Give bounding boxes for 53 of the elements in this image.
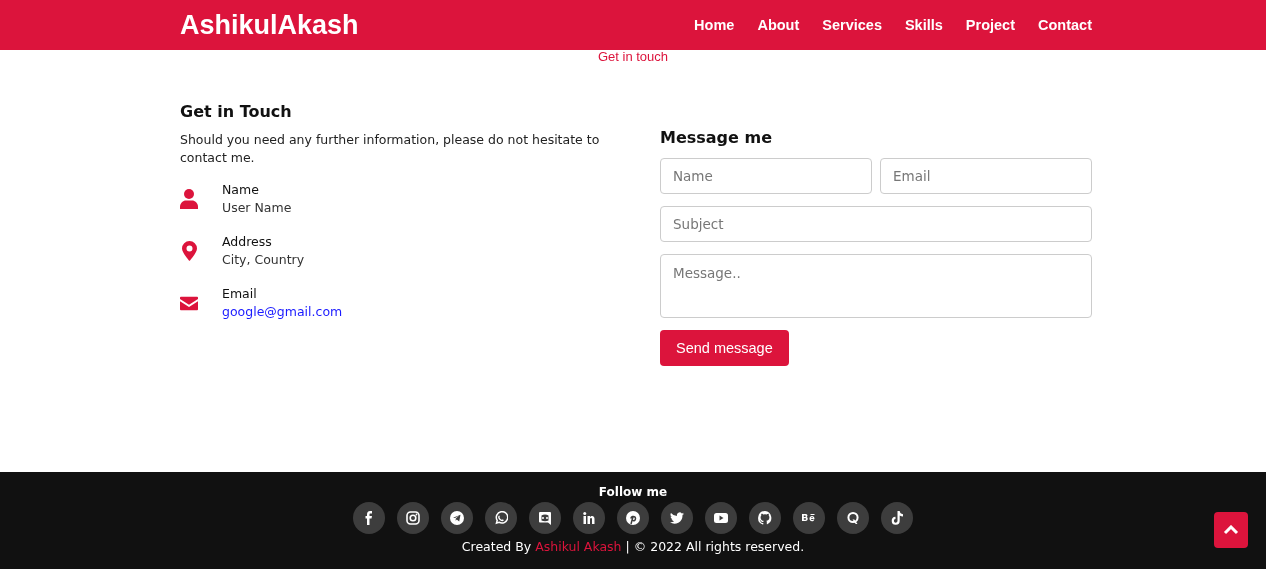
social-link[interactable]: [705, 502, 737, 534]
instagram-icon: [406, 511, 420, 525]
nav-link[interactable]: Skills: [904, 17, 943, 33]
social-link[interactable]: [529, 502, 561, 534]
social-link[interactable]: [661, 502, 693, 534]
discord-icon: [538, 511, 552, 525]
social-link[interactable]: [749, 502, 781, 534]
social-link[interactable]: [441, 502, 473, 534]
nav-link[interactable]: Services: [822, 17, 882, 33]
youtube-icon: [714, 511, 728, 525]
pinterest-icon: [626, 511, 640, 525]
form-heading: Message me: [660, 128, 773, 147]
person-icon: [180, 189, 198, 209]
quora-icon: [846, 511, 860, 525]
brand-logo[interactable]: AshikulAkash: [180, 9, 359, 41]
input-field[interactable]: Subject: [660, 206, 1092, 242]
location-pin-icon: [181, 241, 197, 261]
input-field[interactable]: Name: [660, 158, 872, 194]
message-field[interactable]: Message..: [660, 254, 1092, 318]
info-label: Address: [222, 233, 273, 251]
whatsapp-icon: [494, 511, 508, 525]
tiktok-icon: [890, 511, 904, 525]
info-label: Name: [222, 181, 260, 199]
social-link[interactable]: [397, 502, 429, 534]
github-icon: [758, 511, 772, 525]
intro-text: Should you need any further information, please do not hesitate to contact me.: [180, 131, 601, 167]
telegram-icon: [450, 511, 464, 525]
input-field[interactable]: Email: [880, 158, 1092, 194]
section-title: Get in touch: [597, 49, 669, 64]
nav-link[interactable]: Home: [694, 17, 735, 33]
info-value: User Name: [222, 199, 292, 217]
follow-heading: Follow me: [598, 485, 668, 499]
info-label: Email: [222, 285, 258, 303]
nav-link[interactable]: Project: [965, 17, 1015, 33]
social-link[interactable]: [485, 502, 517, 534]
linkedin-icon: [582, 511, 596, 525]
social-link[interactable]: [837, 502, 869, 534]
social-link[interactable]: [573, 502, 605, 534]
envelope-icon: [180, 295, 198, 311]
copyright-text: Created By Ashikul Akash | © 2022 All rights reserved.: [461, 539, 805, 554]
send-message-button[interactable]: Send message: [660, 330, 789, 366]
social-link[interactable]: [617, 502, 649, 534]
email-link[interactable]: google@gmail.com: [222, 303, 343, 321]
nav-link[interactable]: About: [757, 17, 800, 33]
twitter-icon: [670, 511, 684, 525]
info-value: City, Country: [222, 251, 305, 269]
nav-link[interactable]: Contact: [1038, 17, 1092, 33]
social-link[interactable]: [881, 502, 913, 534]
scroll-top-button[interactable]: [1214, 512, 1248, 548]
social-link[interactable]: [793, 502, 825, 534]
social-link[interactable]: [353, 502, 385, 534]
chevron-up-icon: [1223, 525, 1239, 535]
contact-heading: Get in Touch: [180, 102, 293, 121]
